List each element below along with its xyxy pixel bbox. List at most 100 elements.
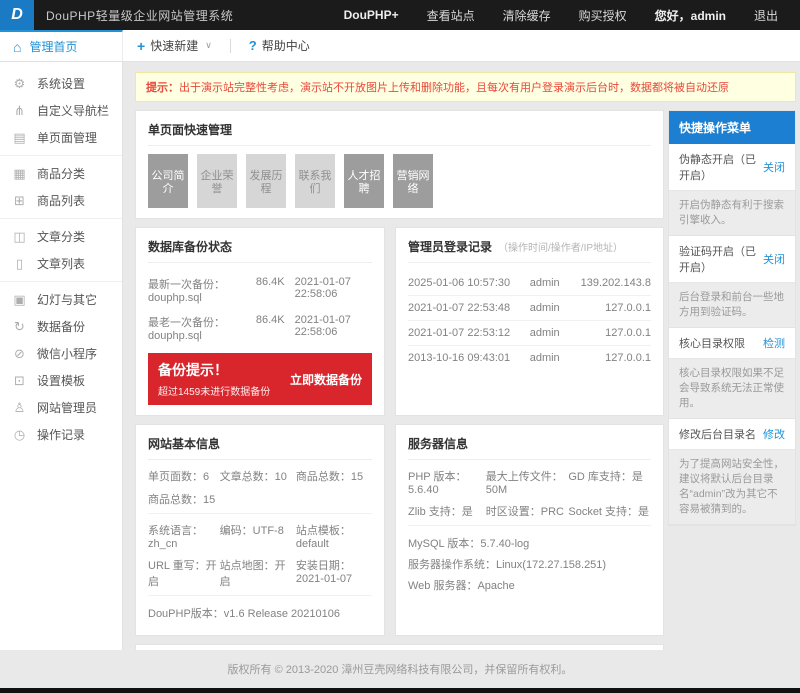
quick-page-tiles: 公司简介 企业荣誉 发展历程 联系我们 人才招聘 营销网络 (148, 154, 651, 208)
notice-text: 出于演示站完整性考虑，演示站不开放图片上传和删除功能，且每次有用户登录演示后台时… (179, 82, 729, 94)
php-version: PHP 版本：5.6.40 (408, 468, 486, 496)
topbar-buy-license-link[interactable]: 购买授权 (579, 7, 627, 24)
content: 提示：出于演示站完整性考虑，演示站不开放图片上传和删除功能，且每次有用户登录演示… (123, 62, 800, 650)
tile-contact-us[interactable]: 联系我们 (295, 154, 335, 208)
window-edge (0, 688, 800, 693)
sidebar-item-template-settings[interactable]: ⊡ 设置模板 (0, 367, 122, 394)
admin-dir-rename-row: 修改后台目录名 修改 (669, 419, 795, 450)
topbar-douphp-plus-link[interactable]: DouPHP+ (344, 8, 399, 22)
backup-now-button[interactable]: 立即数据备份 (290, 371, 362, 388)
chevron-down-icon: ∨ (205, 40, 212, 51)
tile-company-honor[interactable]: 企业荣誉 (197, 154, 237, 208)
file-icon: ▯ (12, 257, 27, 270)
stat-products-2: 商品总数：15 (148, 491, 220, 507)
sidebar-item-label: 幻灯与其它 (37, 291, 97, 308)
topbar-view-site-link[interactable]: 查看站点 (427, 7, 475, 24)
stat-articles: 文章总数：10 (220, 468, 296, 484)
captcha-close-link[interactable]: 关闭 (763, 251, 785, 267)
login-record-row: 2021-01-07 22:53:12 admin 127.0.0.1 (408, 321, 651, 346)
sidebar-item-product-list[interactable]: ⊞ 商品列表 (0, 187, 122, 214)
backup-alert-title: 备份提示！ (158, 360, 290, 380)
backup-row-latest: 最新一次备份：douphp.sql 86.4K 2021-01-07 22:58… (148, 271, 372, 309)
backup-label: 最老一次备份：douphp.sql (148, 314, 256, 342)
login-records-card: 管理员登录记录 （操作时间/操作者/IP地址） 2025-01-06 10:57… (395, 227, 664, 416)
backup-date: 2021-01-07 22:58:06 (295, 276, 372, 304)
mysql-version: MySQL 版本：5.7.40-log (408, 534, 651, 555)
server-grid: PHP 版本：5.6.40 最大上传文件：50M GD 库支持：是 Zlib 支… (408, 468, 651, 519)
sidebar-item-product-categories[interactable]: ▦ 商品分类 (0, 160, 122, 187)
gear-icon: ⚙ (12, 77, 27, 90)
tile-company-profile[interactable]: 公司简介 (148, 154, 188, 208)
nav-admin-home-tab[interactable]: ⌂ 管理首页 (0, 30, 123, 61)
sidebar-divider (0, 281, 122, 282)
topbar-greeting: 您好，admin (655, 7, 726, 24)
admin-dir-rename-label: 修改后台目录名 (679, 426, 756, 442)
check-permission-link[interactable]: 检测 (763, 335, 785, 351)
sidebar-item-article-list[interactable]: ▯ 文章列表 (0, 250, 122, 277)
rewrite-close-link[interactable]: 关闭 (763, 159, 785, 175)
rewrite-status-row: 伪静态开启（已开启） 关闭 (669, 144, 795, 191)
help-center-label: 帮助中心 (262, 37, 310, 54)
sidebar-item-label: 数据备份 (37, 318, 85, 335)
main-row: ⚙ 系统设置 ⋔ 自定义导航栏 ▤ 单页面管理 ▦ 商品分类 ⊞ 商品列表 ◫ … (0, 62, 800, 650)
setting-install-date: 安装日期：2021-01-07 (296, 557, 372, 589)
sidebar-item-article-categories[interactable]: ◫ 文章分类 (0, 223, 122, 250)
card-title: 单页面快速管理 (148, 121, 232, 138)
sidebar-item-label: 文章分类 (37, 228, 85, 245)
topbar-clear-cache-link[interactable]: 清除缓存 (503, 7, 551, 24)
core-dir-permission-desc: 核心目录权限如果不足会导致系统无法正常使用。 (669, 359, 795, 419)
sidebar-item-system-settings[interactable]: ⚙ 系统设置 (0, 70, 122, 97)
sidebar-item-label: 微信小程序 (37, 345, 97, 362)
web-server: Web 服务器：Apache (408, 576, 651, 597)
share-nodes-icon: ⋔ (12, 104, 27, 117)
admin-dir-rename-desc: 为了提高网站安全性，建议将默认后台目录名“admin”改为其它不容易被猜到的。 (669, 450, 795, 525)
login-time: 2021-01-07 22:53:12 (408, 327, 514, 339)
backup-alert-banner: 备份提示！ 超过1459未进行数据备份 立即数据备份 (148, 353, 372, 405)
login-record-row: 2021-01-07 22:53:48 admin 127.0.0.1 (408, 296, 651, 321)
sidebar-item-wechat-miniprogram[interactable]: ⊘ 微信小程序 (0, 340, 122, 367)
tile-marketing-network[interactable]: 营销网络 (393, 154, 433, 208)
left-column: 单页面快速管理 公司简介 企业荣誉 发展历程 联系我们 人才招聘 营销网络 数据… (135, 110, 664, 650)
copyright-text: 版权所有 © 2013-2020 漳州豆壳网络科技有限公司，并保留所有权利。 (228, 661, 573, 677)
setting-encoding: 编码：UTF-8 (220, 522, 296, 550)
rename-admin-dir-link[interactable]: 修改 (763, 426, 785, 442)
backup-alert-subtitle: 超过1459未进行数据备份 (158, 383, 290, 398)
site-settings: 系统语言：zh_cn 编码：UTF-8 站点模板：default URL 重写：… (148, 522, 372, 589)
sidebar-divider (0, 155, 122, 156)
quick-create-button[interactable]: + 快速新建 ∨ (137, 37, 212, 54)
nav-home-label: 管理首页 (29, 38, 77, 55)
login-user: admin (514, 302, 575, 314)
notice-prefix: 提示： (146, 82, 179, 94)
grid-icon: ▦ (12, 167, 27, 180)
tile-development-history[interactable]: 发展历程 (246, 154, 286, 208)
rewrite-desc: 开启伪静态有利于搜索引擎收入。 (669, 191, 795, 236)
backup-row-oldest: 最老一次备份：douphp.sql 86.4K 2021-01-07 22:58… (148, 309, 372, 347)
topbar-logout-link[interactable]: 退出 (754, 7, 778, 24)
core-dir-permission-label: 核心目录权限 (679, 335, 745, 351)
nav-actions: + 快速新建 ∨ ? 帮助中心 (123, 30, 310, 61)
captcha-status-label: 验证码开启（已开启） (679, 243, 757, 275)
tile-recruitment[interactable]: 人才招聘 (344, 154, 384, 208)
login-card-note: （操作时间/操作者/IP地址） (498, 239, 623, 254)
sidebar-item-operation-log[interactable]: ◷ 操作记录 (0, 421, 122, 448)
card-title: 管理员登录记录 (408, 238, 492, 255)
quick-ops-menu: 快捷操作菜单 伪静态开启（已开启） 关闭 开启伪静态有利于搜索引擎收入。 验证码… (668, 110, 796, 526)
quick-create-label: 快速新建 (150, 37, 198, 54)
quick-pages-card: 单页面快速管理 公司简介 企业荣誉 发展历程 联系我们 人才招聘 营销网络 (135, 110, 664, 219)
stat-products: 商品总数：15 (296, 468, 372, 484)
socket-support: Socket 支持：是 (568, 503, 651, 519)
book-icon: ◫ (12, 230, 27, 243)
sidebar-item-site-admins[interactable]: ♙ 网站管理员 (0, 394, 122, 421)
card-title: 网站基本信息 (148, 435, 220, 452)
server-os: 服务器操作系统：Linux(172.27.158.251) (408, 555, 651, 576)
backup-size: 86.4K (256, 276, 285, 304)
sidebar-item-custom-nav[interactable]: ⋔ 自定义导航栏 (0, 97, 122, 124)
sidebar-item-data-backup[interactable]: ↻ 数据备份 (0, 313, 122, 340)
server-info-card: 服务器信息 PHP 版本：5.6.40 最大上传文件：50M GD 库支持：是 … (395, 424, 664, 636)
sidebar-item-label: 商品分类 (37, 165, 85, 182)
demo-notice-banner: 提示：出于演示站完整性考虑，演示站不开放图片上传和删除功能，且每次有用户登录演示… (135, 72, 796, 102)
sidebar-item-slides-misc[interactable]: ▣ 幻灯与其它 (0, 286, 122, 313)
douphp-logo-icon[interactable]: D (0, 0, 34, 30)
sidebar-item-single-pages[interactable]: ▤ 单页面管理 (0, 124, 122, 151)
help-center-button[interactable]: ? 帮助中心 (249, 37, 310, 54)
